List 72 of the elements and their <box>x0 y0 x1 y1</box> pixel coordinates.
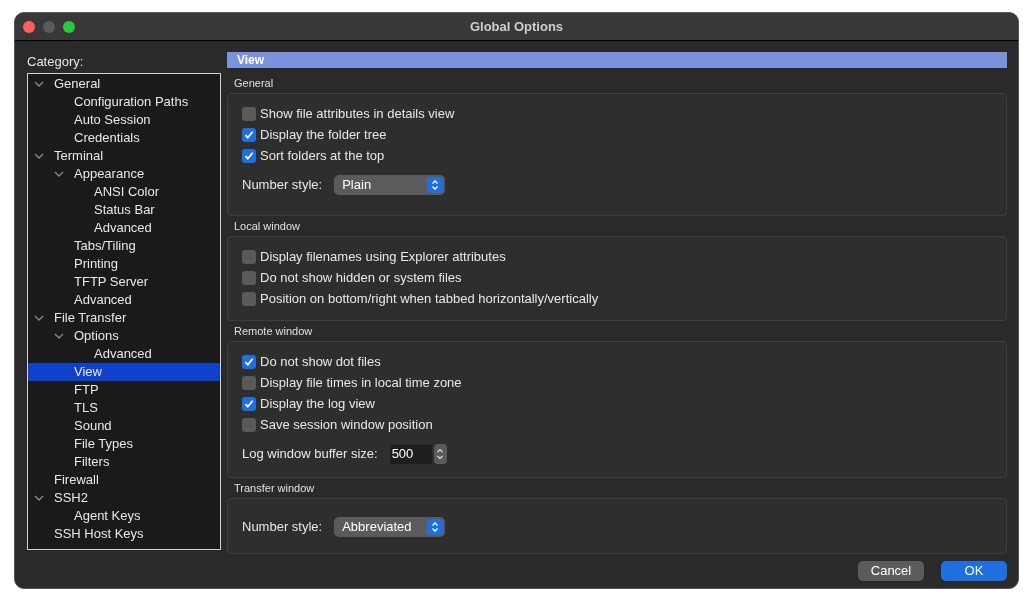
tree-item[interactable]: TLS <box>28 399 220 417</box>
category-label: Category: <box>27 53 85 71</box>
tree-item[interactable]: File Transfer <box>28 309 220 327</box>
maximize-icon[interactable] <box>63 20 75 33</box>
checkbox-label: Sort folders at the top <box>260 148 385 164</box>
number-style-dropdown[interactable]: Abbreviated <box>334 517 446 537</box>
checkbox[interactable] <box>242 355 256 369</box>
checkbox-label: Display the log view <box>260 396 375 412</box>
chevron-down-icon[interactable] <box>34 153 44 159</box>
stepper-icon[interactable] <box>433 444 447 464</box>
chevron-updown-icon <box>427 519 444 535</box>
chevron-down-icon[interactable] <box>54 333 64 339</box>
checkbox[interactable] <box>242 397 256 411</box>
checkbox[interactable] <box>242 418 256 432</box>
tree-item[interactable]: View <box>28 363 220 381</box>
checkbox[interactable] <box>242 107 256 121</box>
buffer-size-field[interactable]: 500 <box>389 444 432 464</box>
tree-item[interactable]: General <box>28 75 220 93</box>
tree-item[interactable]: File Types <box>28 435 220 453</box>
tree-item[interactable]: Terminal <box>28 147 220 165</box>
tree-item[interactable]: SSH2 <box>28 489 220 507</box>
section-label: Local window <box>233 218 302 234</box>
field-label: Number style: <box>242 176 323 195</box>
tree-item[interactable]: Status Bar <box>28 201 220 219</box>
panel-title: View <box>237 52 265 69</box>
chevron-down-icon[interactable] <box>54 171 64 177</box>
section-label: Remote window <box>233 323 314 339</box>
checkbox-label: Position on bottom/right when tabbed horizontally/vertically <box>260 291 599 307</box>
checkbox-label: Display filenames using Explorer attributes <box>260 249 506 265</box>
chevron-down-icon[interactable] <box>34 81 44 87</box>
chevron-updown-icon <box>427 177 444 193</box>
cancel-button[interactable]: Cancel <box>858 561 924 581</box>
tree-item[interactable]: Sound <box>28 417 220 435</box>
field-label: Number style: <box>242 518 323 537</box>
section-label: General <box>233 75 275 91</box>
tree-item[interactable]: Tabs/Tiling <box>28 237 220 255</box>
checkbox-label: Do not show hidden or system files <box>260 270 462 286</box>
tree-item[interactable]: FTP <box>28 381 220 399</box>
chevron-down-icon[interactable] <box>34 315 44 321</box>
tree-item[interactable]: Options <box>28 327 220 345</box>
checkbox[interactable] <box>242 271 256 285</box>
checkbox-label: Display file times in local time zone <box>260 375 462 391</box>
window-title: Global Options <box>469 17 564 36</box>
tree-item[interactable]: Auto Session <box>28 111 220 129</box>
tree-item[interactable]: SSH Host Keys <box>28 525 220 543</box>
tree-item[interactable]: Agent Keys <box>28 507 220 525</box>
tree-item[interactable]: Credentials <box>28 129 220 147</box>
close-icon[interactable] <box>23 20 35 33</box>
field-label: Log window buffer size: <box>242 445 378 464</box>
tree-item[interactable]: ANSI Color <box>28 183 220 201</box>
tree-item[interactable]: Advanced <box>28 345 220 363</box>
checkbox[interactable] <box>242 292 256 306</box>
checkbox-label: Save session window position <box>260 417 433 433</box>
number-style-dropdown[interactable]: Plain <box>334 175 446 195</box>
checkbox[interactable] <box>242 250 256 264</box>
tree-item[interactable]: Configuration Paths <box>28 93 220 111</box>
ok-button[interactable]: OK <box>941 561 1007 581</box>
checkbox[interactable] <box>242 149 256 163</box>
tree-item[interactable]: TFTP Server <box>28 273 220 291</box>
checkbox-label: Show file attributes in details view <box>260 106 455 122</box>
chevron-down-icon[interactable] <box>34 495 44 501</box>
tree-item[interactable]: Appearance <box>28 165 220 183</box>
tree-item[interactable]: Filters <box>28 453 220 471</box>
tree-item[interactable]: Advanced <box>28 291 220 309</box>
checkbox-label: Display the folder tree <box>260 127 387 143</box>
section-label: Transfer window <box>233 480 316 496</box>
tree-item[interactable]: Firewall <box>28 471 220 489</box>
checkbox[interactable] <box>242 376 256 390</box>
tree-item[interactable]: Advanced <box>28 219 220 237</box>
checkbox[interactable] <box>242 128 256 142</box>
tree-item[interactable]: Printing <box>28 255 220 273</box>
checkbox-label: Do not show dot files <box>260 354 381 370</box>
